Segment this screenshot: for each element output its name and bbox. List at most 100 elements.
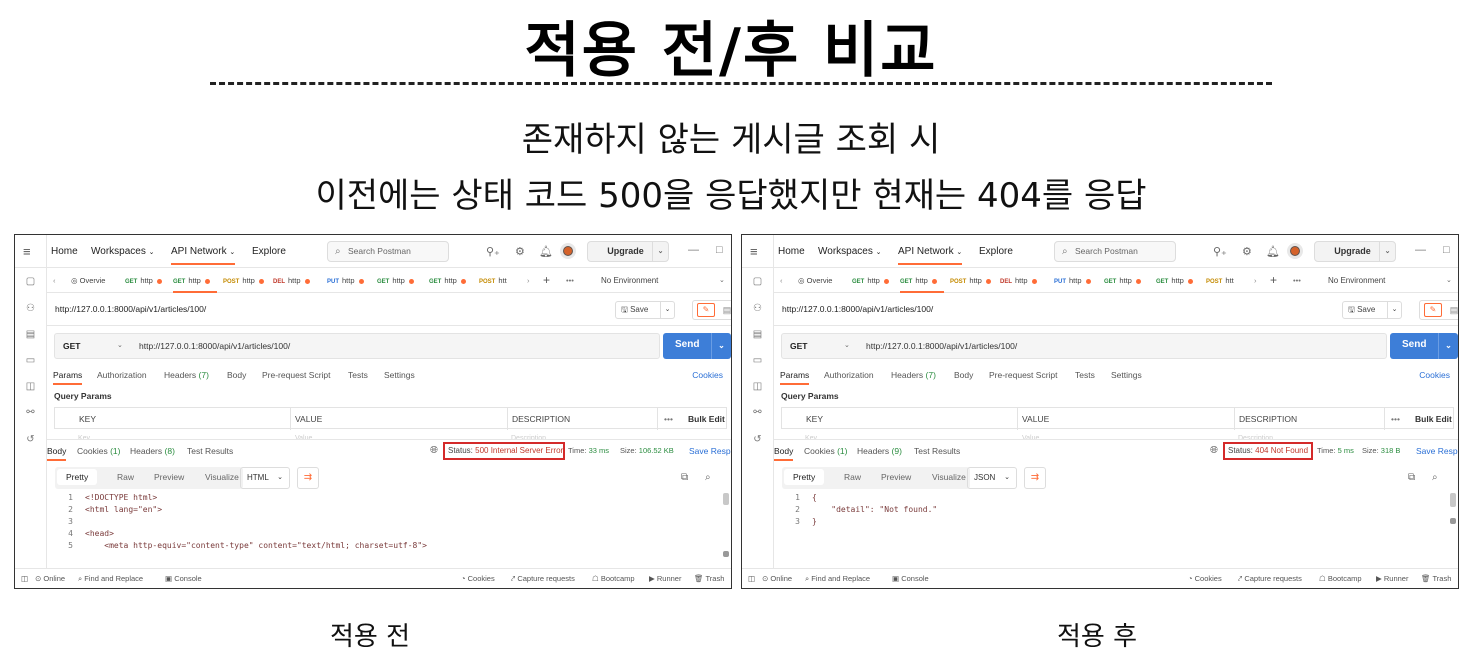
copy-icon[interactable]: ⧉ [1408,472,1415,483]
scrollbar-thumb[interactable] [1450,493,1456,507]
new-tab-plus-icon[interactable]: + [1270,268,1277,293]
tab-overview[interactable]: ◎ Overvie [798,268,846,293]
chevron-down-icon[interactable]: ⌄ [660,302,674,318]
save-button[interactable]: 🖫︎ Save ⌄ [615,301,675,319]
nav-explore[interactable]: Explore [979,246,1013,257]
save-response-button[interactable]: Save Response ⌄ [1416,446,1458,456]
wrap-lines-icon[interactable]: ⇉ [1024,467,1046,489]
chevron-down-icon[interactable]: ⌄ [1446,268,1452,293]
method-select[interactable]: GET [790,341,807,351]
edit-docs-toggle[interactable]: ✎ ▤ [1419,300,1458,320]
console-button[interactable]: ▣ Console [892,574,929,583]
avatar[interactable] [1287,243,1303,259]
bootcamp-button[interactable]: ☖ Bootcamp [592,574,635,583]
tab-request[interactable]: POST htt [1206,268,1248,293]
tab-overview[interactable]: ◎ Overvie [71,268,119,293]
nav-explore[interactable]: Explore [252,246,286,257]
sidebar-toggle-icon[interactable]: ◫ [21,574,28,583]
tab-response-headers[interactable]: Headers (9) [857,446,902,456]
capture-requests-button[interactable]: ⤤ Capture requests [1238,574,1302,584]
globe-icon[interactable]: 🌐︎ [1210,445,1218,456]
bulk-edit-button[interactable]: Bulk Edit [688,414,725,424]
send-button[interactable]: Send ⌄ [1390,333,1458,359]
tab-scroll-left-icon[interactable]: ‹ [53,268,56,293]
tab-request[interactable]: PUT http [327,268,373,293]
pencil-icon[interactable]: ✎ [697,303,715,317]
more-tabs-icon[interactable]: ••• [566,268,574,293]
nav-api-network[interactable]: API Network ⌄ [171,246,236,265]
cookies-link[interactable]: Cookies [692,370,723,380]
flows-icon[interactable]: ⚯ [24,407,37,419]
cookies-link[interactable]: Cookies [1419,370,1450,380]
invite-user-icon[interactable]: ⚲₊ [486,245,500,258]
tab-request[interactable]: POST htt [479,268,521,293]
environment-select[interactable]: No Environment [601,268,727,293]
collections-icon[interactable]: ▢ [24,276,37,288]
tab-request[interactable]: POST http [950,268,994,293]
tab-params[interactable]: Params [53,370,83,385]
search-icon[interactable]: ⌕ [705,472,711,483]
footer-cookies-button[interactable]: ◔ Cookies [461,574,495,583]
bell-icon[interactable]: 🔔︎ [1266,245,1280,258]
wrap-lines-icon[interactable]: ⇉ [297,467,319,489]
avatar[interactable] [560,243,576,259]
nav-workspaces[interactable]: Workspaces ⌄ [91,246,155,257]
language-select[interactable]: HTML ⌄ [240,467,290,489]
chevron-down-icon[interactable]: ⌄ [652,242,668,261]
upgrade-button[interactable]: Upgrade ⌄ [1314,241,1396,262]
upgrade-button[interactable]: Upgrade ⌄ [587,241,669,262]
chevron-down-icon[interactable]: ⌄ [117,341,123,349]
tab-response-body[interactable]: Body [774,446,794,461]
capture-requests-button[interactable]: ⤤ Capture requests [511,574,575,584]
monitors-icon[interactable]: ◫ [751,381,764,393]
tab-tests[interactable]: Tests [1075,370,1095,380]
docs-icon[interactable]: ▤ [1445,303,1458,317]
tab-test-results[interactable]: Test Results [914,446,960,456]
tab-authorization[interactable]: Authorization [824,370,874,380]
request-name[interactable]: http://127.0.0.1:8000/api/v1/articles/10… [782,304,933,314]
tab-response-body[interactable]: Body [47,446,67,461]
mock-servers-icon[interactable]: ▭ [751,355,764,367]
docs-icon[interactable]: ▤ [718,303,731,317]
nav-home[interactable]: Home [51,246,78,257]
tab-scroll-right-icon[interactable]: › [527,268,530,293]
copy-icon[interactable]: ⧉ [681,472,688,483]
tab-tests[interactable]: Tests [348,370,368,380]
search-input[interactable]: ⌕ Search Postman [327,241,449,262]
trash-button[interactable]: 🗑︎ Trash [1421,574,1451,583]
tab-request[interactable]: GET http [1156,268,1202,293]
save-response-button[interactable]: Save Response ⌄ [689,446,731,456]
tab-response-cookies[interactable]: Cookies (1) [804,446,847,456]
history-icon[interactable]: ↺ [751,434,764,446]
more-tabs-icon[interactable]: ••• [1293,268,1301,293]
tab-test-results[interactable]: Test Results [187,446,233,456]
request-name[interactable]: http://127.0.0.1:8000/api/v1/articles/10… [55,304,206,314]
tab-settings[interactable]: Settings [384,370,415,380]
history-icon[interactable]: ↺ [24,434,37,446]
format-raw[interactable]: Raw [117,472,134,482]
maximize-icon[interactable]: □ [716,244,723,256]
tab-authorization[interactable]: Authorization [97,370,147,380]
minimize-icon[interactable]: — [1415,244,1426,256]
format-pretty[interactable]: Pretty [784,469,825,485]
globe-icon[interactable]: 🌐︎ [430,445,438,456]
more-icon[interactable]: ••• [1391,414,1400,424]
format-visualize[interactable]: Visualize [205,472,239,482]
scrollbar-thumb[interactable] [723,493,729,505]
chevron-down-icon[interactable]: ⌄ [719,268,725,293]
tab-request[interactable]: GET http [1104,268,1150,293]
bulk-edit-button[interactable]: Bulk Edit [1415,414,1452,424]
edit-docs-toggle[interactable]: ✎ ▤ [692,300,731,320]
runner-button[interactable]: ▶ Runner [1376,574,1408,583]
scrollbar-marker[interactable] [723,551,729,557]
format-raw[interactable]: Raw [844,472,861,482]
tab-pre-request-script[interactable]: Pre-request Script [989,370,1058,380]
tab-response-cookies[interactable]: Cookies (1) [77,446,120,456]
format-preview[interactable]: Preview [154,472,184,482]
tab-request[interactable]: DEL http [273,268,323,293]
online-status[interactable]: ⊙ Online [762,574,792,583]
format-pretty[interactable]: Pretty [57,469,98,485]
tab-pre-request-script[interactable]: Pre-request Script [262,370,331,380]
tab-response-headers[interactable]: Headers (8) [130,446,175,456]
apis-icon[interactable]: ⚇ [24,303,37,315]
